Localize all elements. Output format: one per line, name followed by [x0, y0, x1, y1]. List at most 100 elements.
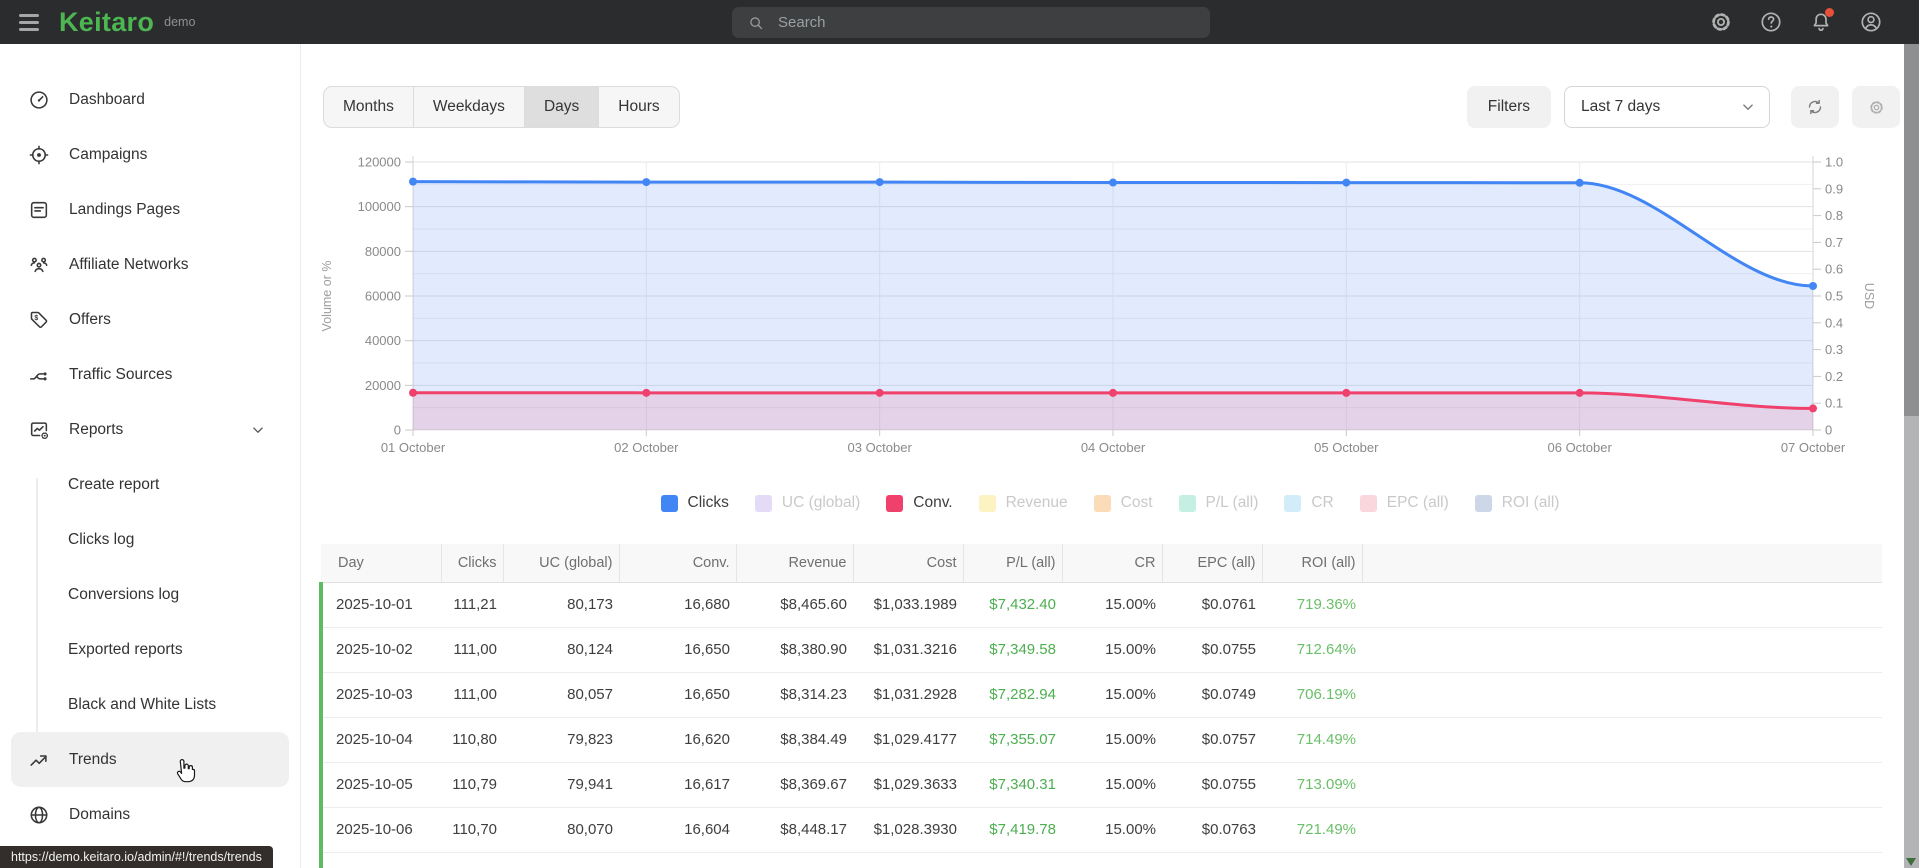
sidebar-item-reports[interactable]: Reports: [11, 402, 289, 457]
chevron-down-icon: [1739, 98, 1757, 116]
svg-text:USD: USD: [1862, 283, 1876, 309]
svg-text:04 October: 04 October: [1081, 440, 1146, 455]
sidebar-item-trends[interactable]: Trends: [11, 732, 289, 787]
trends-table-container: Day Clicks UC (global) Conv. Revenue Cost P/L …: [319, 544, 1882, 868]
report-chart-icon: [28, 419, 50, 441]
cell-roi-all-: 721.49%: [1262, 807, 1362, 853]
sidebar-item-black-and-white-lists[interactable]: Black and White Lists: [11, 677, 289, 732]
sidebar-item-label: Landings Pages: [69, 200, 181, 218]
column-header-clicks[interactable]: Clicks: [440, 544, 503, 583]
svg-text:120000: 120000: [358, 155, 401, 170]
column-header-epc-all-[interactable]: EPC (all): [1161, 544, 1262, 583]
legend-swatch: [754, 494, 772, 512]
cell-cost: $1,028.3930: [853, 807, 963, 853]
scrollbar-thumb[interactable]: [1904, 44, 1919, 416]
people-icon: [28, 254, 50, 276]
topbar: Keitaro demo Search: [0, 0, 1919, 44]
cell-uc-global-: 41,457: [503, 852, 619, 868]
scrollbar-arrow[interactable]: [1906, 858, 1916, 866]
cell-clicks: 111,21: [441, 582, 503, 628]
legend-item-cr[interactable]: CR: [1284, 494, 1334, 512]
chart-settings-button[interactable]: [1852, 86, 1900, 128]
page-scrollbar[interactable]: [1904, 44, 1919, 868]
tab-weekdays[interactable]: Weekdays: [414, 87, 525, 127]
menu-icon[interactable]: [19, 13, 39, 31]
cell-revenue: $8,369.67: [736, 762, 853, 808]
tab-days[interactable]: Days: [524, 87, 600, 127]
svg-text:0.2: 0.2: [1825, 369, 1843, 384]
filters-button[interactable]: Filters: [1466, 86, 1551, 128]
sidebar-item-affiliate-networks[interactable]: Affiliate Networks: [11, 237, 289, 292]
cell-filler: [1362, 627, 1882, 673]
sidebar-item-campaigns[interactable]: Campaigns: [11, 127, 289, 182]
cell-cr: 15.00%: [1062, 582, 1162, 628]
sidebar-item-create-report[interactable]: Create report: [11, 457, 289, 512]
sidebar-item-dashboard[interactable]: Dashboard: [11, 72, 289, 127]
legend-item-roi-all-[interactable]: ROI (all): [1474, 494, 1560, 512]
sidebar-item-conversions-log[interactable]: Conversions log: [11, 567, 289, 622]
sidebar-item-landings-pages[interactable]: Landings Pages: [11, 182, 289, 237]
sidebar-item-domains[interactable]: Domains: [11, 787, 289, 842]
cell-clicks: 110,80: [441, 717, 503, 763]
legend-item-epc-all-[interactable]: EPC (all): [1359, 494, 1449, 512]
legend-item-conv-[interactable]: Conv.: [886, 494, 953, 512]
legend-item-cost[interactable]: Cost: [1093, 494, 1153, 512]
column-header-uc-global-[interactable]: UC (global): [502, 544, 619, 583]
date-range-select[interactable]: Last 7 days: [1564, 86, 1770, 128]
column-header-cost[interactable]: Cost: [852, 544, 963, 583]
cell-cost: $597.2330: [853, 852, 963, 868]
cell-revenue: $8,465.60: [736, 582, 853, 628]
cell-epc-all-: $0.0755: [1162, 762, 1262, 808]
app-logo[interactable]: Keitaro: [59, 7, 154, 38]
column-header-conv-[interactable]: Conv.: [618, 544, 736, 583]
tab-hours[interactable]: Hours: [599, 87, 678, 127]
table-row: 2025-10-0764,4841,4579,672$4,893.04$597.…: [319, 852, 1882, 868]
column-header-cr[interactable]: CR: [1061, 544, 1162, 583]
notifications-icon[interactable]: [1809, 8, 1834, 34]
column-header-day[interactable]: Day: [321, 544, 441, 583]
column-header-revenue[interactable]: Revenue: [735, 544, 853, 583]
legend-label: ROI (all): [1501, 494, 1560, 511]
cell-p-l-all-: $7,355.07: [963, 717, 1062, 763]
legend-item-revenue[interactable]: Revenue: [978, 494, 1068, 512]
legend-item-clicks[interactable]: Clicks: [660, 494, 729, 512]
legend-label: Revenue: [1005, 494, 1068, 511]
legend-swatch: [1474, 494, 1492, 512]
sidebar-item-exported-reports[interactable]: Exported reports: [11, 622, 289, 677]
tab-months[interactable]: Months: [324, 87, 414, 127]
sidebar-item-traffic-sources[interactable]: Traffic Sources: [11, 347, 289, 402]
help-icon[interactable]: [1759, 10, 1783, 34]
account-icon[interactable]: [1859, 10, 1883, 34]
trends-chart[interactable]: 01 October 02 October 03 October 04 October…: [301, 146, 1919, 486]
settings-icon[interactable]: [1709, 10, 1733, 34]
sidebar-item-offers[interactable]: $ Offers: [11, 292, 289, 347]
legend-swatch: [1284, 494, 1302, 512]
sidebar-item-clicks-log[interactable]: Clicks log: [11, 512, 289, 567]
search-input[interactable]: Search: [732, 7, 1210, 38]
cell-uc-global-: 80,070: [503, 807, 619, 853]
cell-day: 2025-10-02: [319, 627, 441, 673]
svg-text:0.4: 0.4: [1825, 315, 1843, 330]
refresh-button[interactable]: [1791, 86, 1839, 128]
cell-day: 2025-10-06: [319, 807, 441, 853]
column-header-filler: [1361, 544, 1882, 583]
cell-revenue: $4,893.04: [736, 852, 853, 868]
legend-swatch: [1093, 494, 1111, 512]
cell-cr: 15.00%: [1062, 717, 1162, 763]
sidebar-item-label: Trends: [69, 750, 117, 768]
column-header-p-l-all-[interactable]: P/L (all): [962, 544, 1062, 583]
cell-epc-all-: $0.0763: [1162, 807, 1262, 853]
column-header-roi-all-[interactable]: ROI (all): [1261, 544, 1362, 583]
legend-label: CR: [1311, 494, 1334, 511]
cell-uc-global-: 80,124: [503, 627, 619, 673]
sidebar-item-label: Exported reports: [68, 640, 183, 658]
sidebar-item-label: Affiliate Networks: [69, 255, 189, 273]
cell-conv-: 16,650: [619, 627, 736, 673]
legend-item-p-l-all-[interactable]: P/L (all): [1178, 494, 1259, 512]
legend-label: P/L (all): [1205, 494, 1259, 511]
topbar-icons: [1709, 0, 1883, 44]
svg-text:0: 0: [394, 423, 401, 438]
table-row: 2025-10-06 110,70 80,070 16,604 $8,448.17 $1,…: [319, 807, 1882, 853]
legend-item-uc-global-[interactable]: UC (global): [754, 494, 860, 512]
fork-icon: [28, 364, 50, 386]
